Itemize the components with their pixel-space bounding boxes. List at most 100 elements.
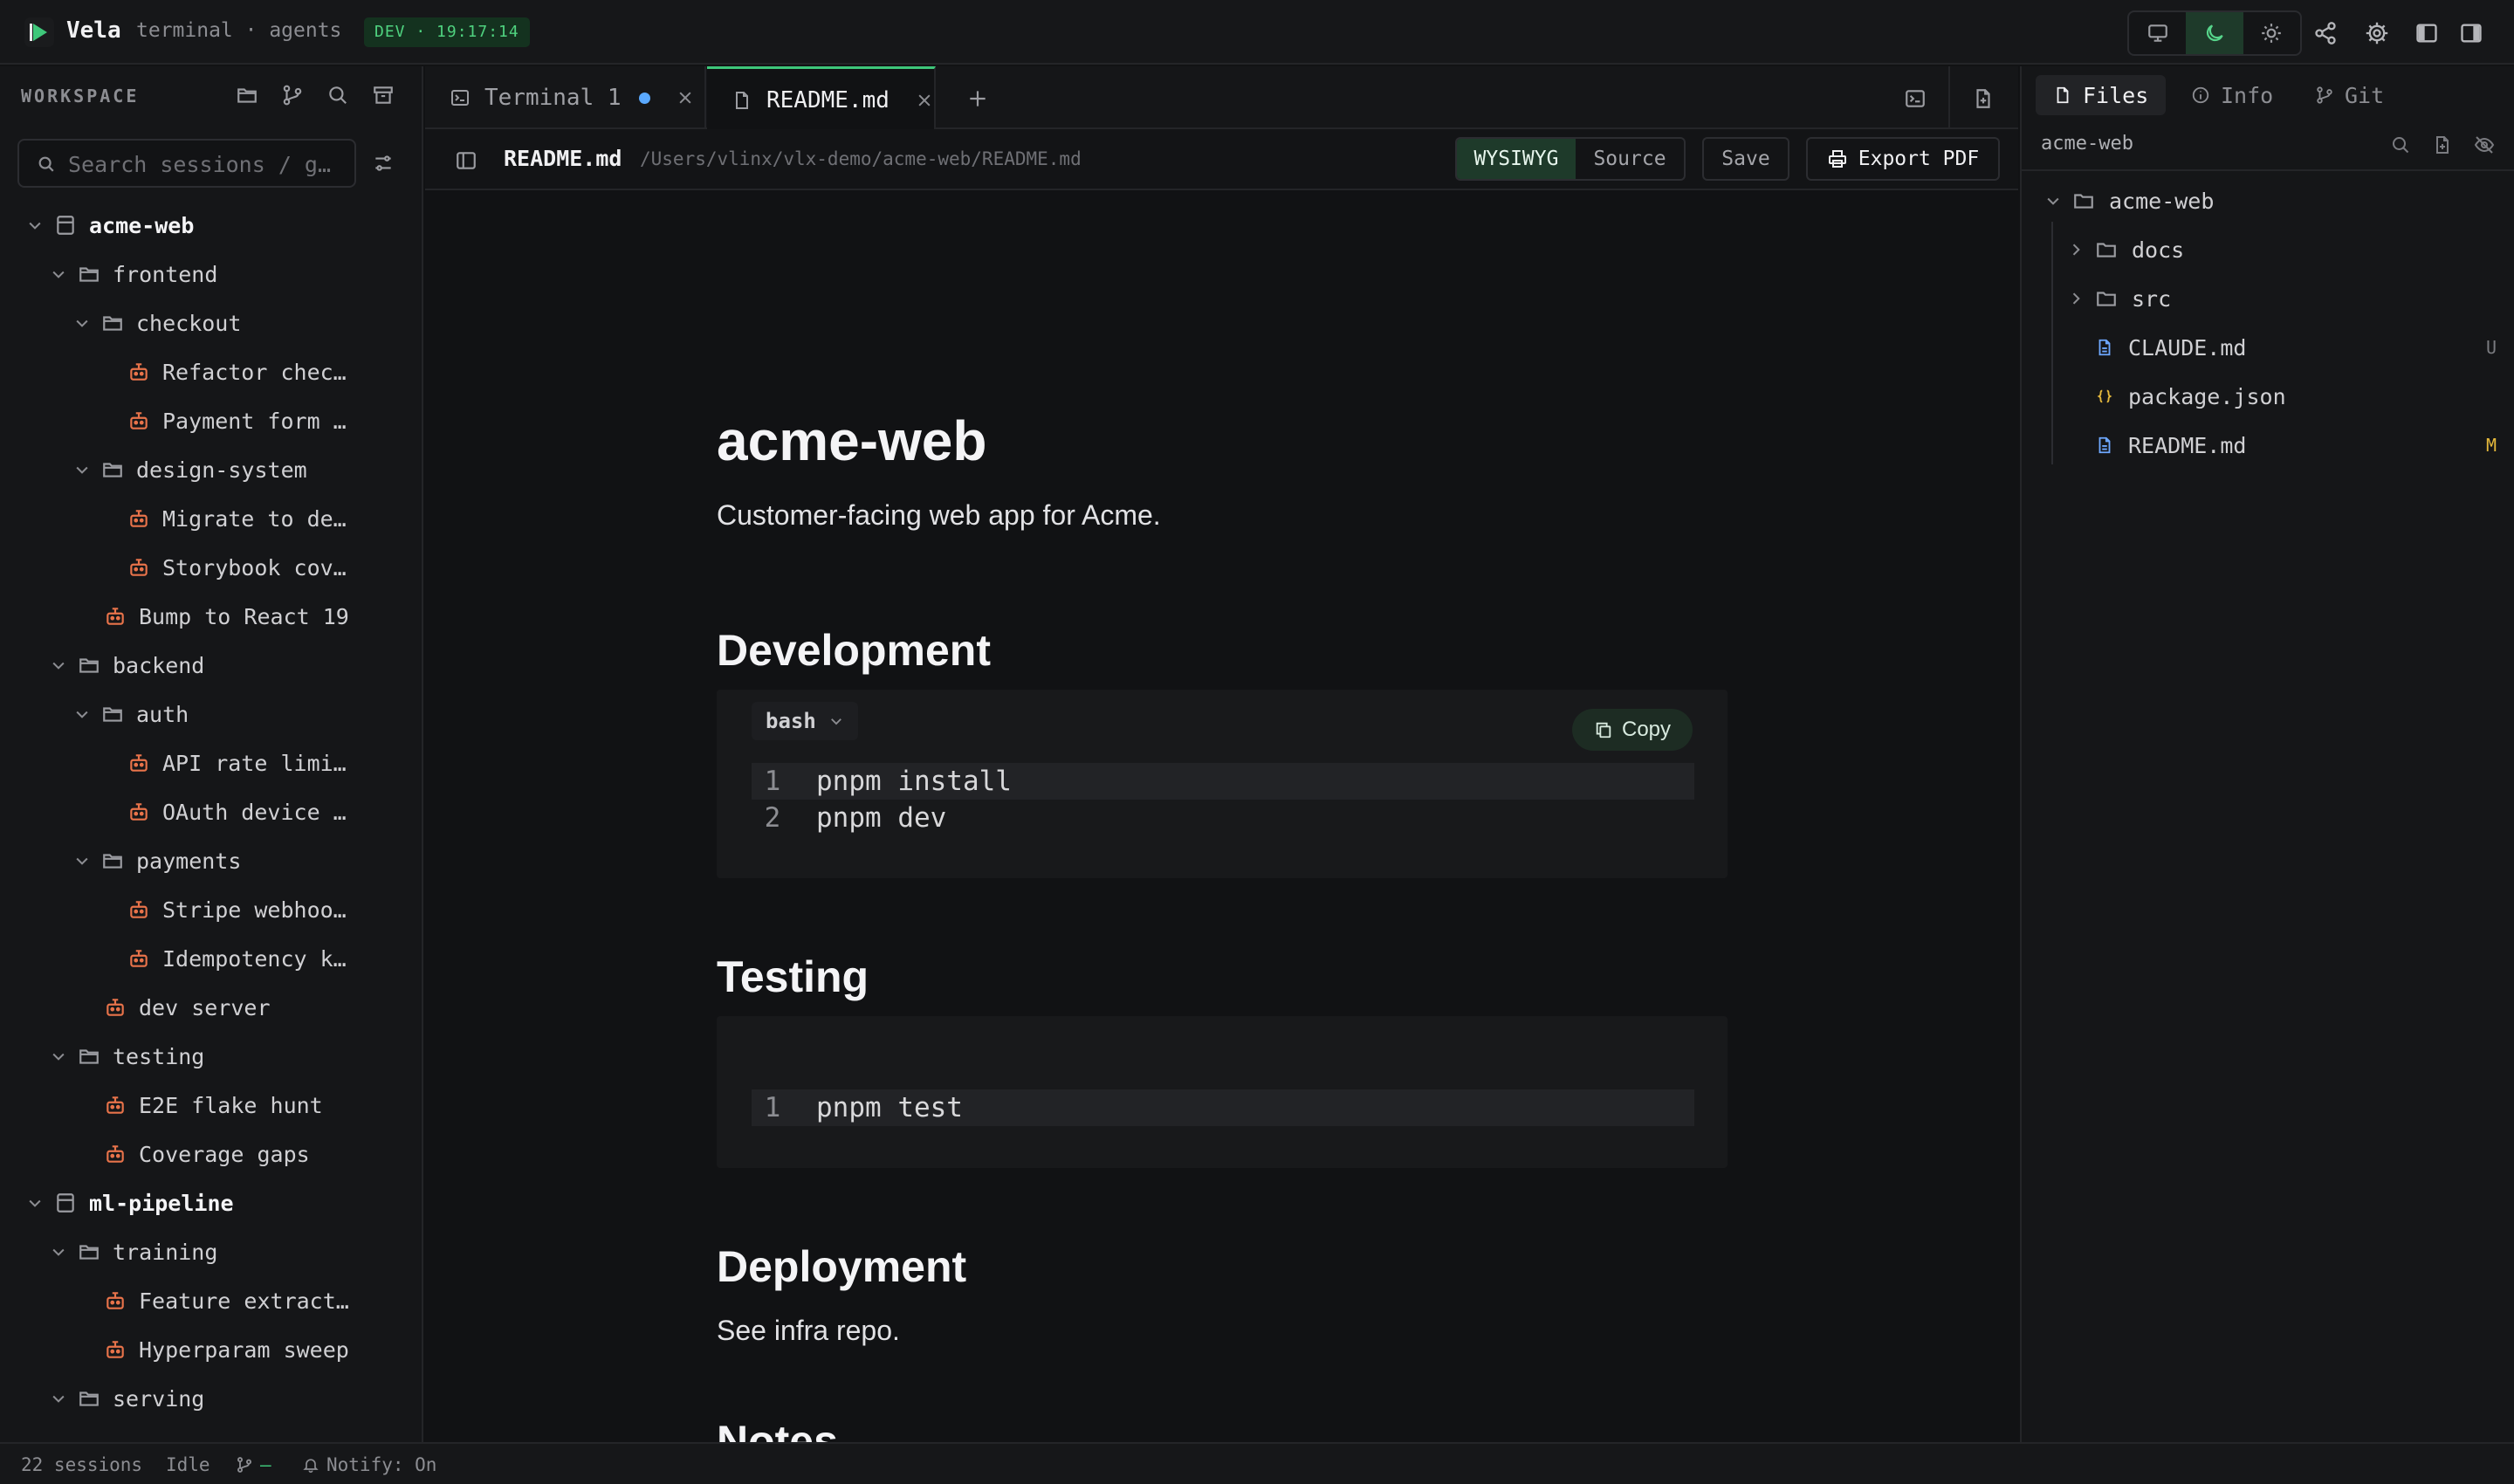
git-branch-icon[interactable] [281, 84, 304, 106]
folder-icon [78, 263, 100, 285]
new-terminal-icon[interactable] [1904, 87, 1927, 110]
project-item[interactable]: ml-pipeline [0, 1178, 423, 1227]
share-icon[interactable] [2313, 21, 2338, 45]
toggle-right-panel-icon[interactable] [2459, 21, 2483, 45]
file-tree-file[interactable]: CLAUDE.md U [2022, 323, 2514, 372]
chevron-down-icon[interactable] [50, 1048, 67, 1065]
tree-item-label: ml-pipeline [89, 1190, 234, 1216]
new-file-icon[interactable] [2432, 134, 2453, 155]
theme-system-button[interactable] [2129, 12, 2186, 54]
session-search-input[interactable] [68, 148, 347, 181]
folder-item[interactable]: frontend [0, 250, 423, 299]
folder-icon [101, 703, 124, 725]
file-tree-file[interactable]: package.json [2022, 372, 2514, 421]
project-item[interactable]: acme-web [0, 201, 423, 250]
chevron-right-icon[interactable] [2067, 290, 2085, 307]
notify-toggle[interactable]: Notify: On [302, 1454, 436, 1475]
session-item[interactable]: Storybook cov… [0, 543, 423, 592]
file-tree-folder[interactable]: docs [2022, 225, 2514, 274]
session-item[interactable]: Coverage gaps [0, 1130, 423, 1178]
tab-readme[interactable]: README.md [707, 66, 936, 131]
file-tree-file[interactable]: README.md M [2022, 421, 2514, 470]
folder-item[interactable]: serving [0, 1374, 423, 1423]
agent-bot-icon [127, 898, 150, 921]
folder-item[interactable]: auth [0, 690, 423, 739]
sun-icon [2260, 22, 2283, 45]
close-icon[interactable] [677, 89, 694, 106]
bell-icon [302, 1456, 319, 1474]
chevron-down-icon[interactable] [73, 852, 91, 869]
file-name: README.md [2128, 432, 2247, 458]
tree-item-label: training [113, 1239, 218, 1265]
code-line[interactable]: 2 pnpm dev [752, 800, 1694, 836]
session-item[interactable]: Payment form … [0, 396, 423, 445]
code-language-select[interactable]: bash [752, 702, 858, 740]
chevron-down-icon[interactable] [26, 1194, 44, 1212]
session-item[interactable]: Stripe webhoo… [0, 885, 423, 934]
chevron-down-icon[interactable] [50, 1243, 67, 1261]
chevron-down-icon[interactable] [73, 461, 91, 478]
file-tree-folder[interactable]: src [2022, 274, 2514, 323]
session-item[interactable]: Hyperparam sweep [0, 1325, 423, 1374]
tab-files[interactable]: Files [2036, 75, 2167, 115]
git-status[interactable]: — [236, 1454, 271, 1475]
session-item[interactable]: Migrate to de… [0, 494, 423, 543]
file-tree-root[interactable]: acme-web [2022, 176, 2514, 225]
unsaved-dot [638, 92, 650, 104]
folder-item[interactable]: training [0, 1227, 423, 1276]
folder-item[interactable]: testing [0, 1032, 423, 1081]
app-subtitle: terminal · agents [136, 19, 342, 42]
session-item[interactable]: Idempotency k… [0, 934, 423, 983]
session-item[interactable]: API rate limi… [0, 739, 423, 787]
chevron-down-icon[interactable] [26, 216, 44, 234]
session-item[interactable]: Feature extract… [0, 1276, 423, 1325]
folder-item[interactable]: checkout [0, 299, 423, 347]
folder-item[interactable]: design-system [0, 445, 423, 494]
archive-icon[interactable] [372, 84, 395, 106]
folder-item[interactable]: payments [0, 836, 423, 885]
tab-git[interactable]: Git [2298, 75, 2401, 115]
chevron-down-icon[interactable] [2044, 192, 2062, 210]
search-icon[interactable] [2390, 134, 2411, 155]
tree-item-label: Bump to React 19 [139, 603, 349, 629]
new-file-icon[interactable] [1972, 87, 1995, 110]
code-line[interactable]: 1 pnpm test [752, 1089, 1694, 1126]
copy-code-button[interactable]: Copy [1572, 709, 1693, 751]
mode-source-button[interactable]: Source [1576, 139, 1684, 179]
code-line[interactable]: 1 pnpm install [752, 763, 1694, 800]
file-name: docs [2132, 237, 2185, 263]
save-button[interactable]: Save [1702, 137, 1789, 181]
chevron-right-icon[interactable] [2067, 241, 2085, 258]
agent-bot-icon [104, 1143, 127, 1165]
folder-item[interactable]: backend [0, 641, 423, 690]
session-count: 22 sessions [21, 1454, 143, 1475]
session-item[interactable]: Bump to React 19 [0, 592, 423, 641]
chevron-down-icon[interactable] [73, 314, 91, 332]
top-bar: Vela terminal · agents DEV · 19:17:14 [0, 0, 2514, 65]
close-icon[interactable] [916, 92, 933, 109]
session-item[interactable]: Refactor chec… [0, 347, 423, 396]
session-item[interactable]: OAuth device … [0, 787, 423, 836]
chevron-down-icon[interactable] [50, 265, 67, 283]
session-item[interactable]: dev server [0, 983, 423, 1032]
chevron-down-icon[interactable] [73, 705, 91, 723]
editor-mode-toggle: WYSIWYG Source [1455, 137, 1686, 181]
tab-terminal-1[interactable]: Terminal 1 [425, 66, 706, 129]
theme-light-button[interactable] [2243, 12, 2300, 54]
chevron-down-icon[interactable] [50, 656, 67, 674]
toggle-left-panel-icon[interactable] [2414, 21, 2439, 45]
theme-dark-button[interactable] [2186, 12, 2243, 54]
agent-bot-icon [104, 996, 127, 1019]
hide-eye-off-icon[interactable] [2474, 134, 2495, 155]
search-icon[interactable] [326, 84, 349, 106]
mode-wysiwyg-button[interactable]: WYSIWYG [1457, 139, 1576, 179]
add-tab-plus-icon[interactable] [966, 87, 989, 110]
settings-gear-icon[interactable] [2365, 21, 2389, 45]
new-folder-icon[interactable] [236, 84, 258, 106]
filter-settings-icon[interactable] [372, 152, 395, 175]
chevron-down-icon[interactable] [50, 1390, 67, 1407]
toggle-outline-icon[interactable] [455, 149, 477, 172]
export-pdf-button[interactable]: Export PDF [1806, 137, 2000, 181]
tab-info[interactable]: Info [2174, 75, 2291, 115]
session-item[interactable]: E2E flake hunt [0, 1081, 423, 1130]
